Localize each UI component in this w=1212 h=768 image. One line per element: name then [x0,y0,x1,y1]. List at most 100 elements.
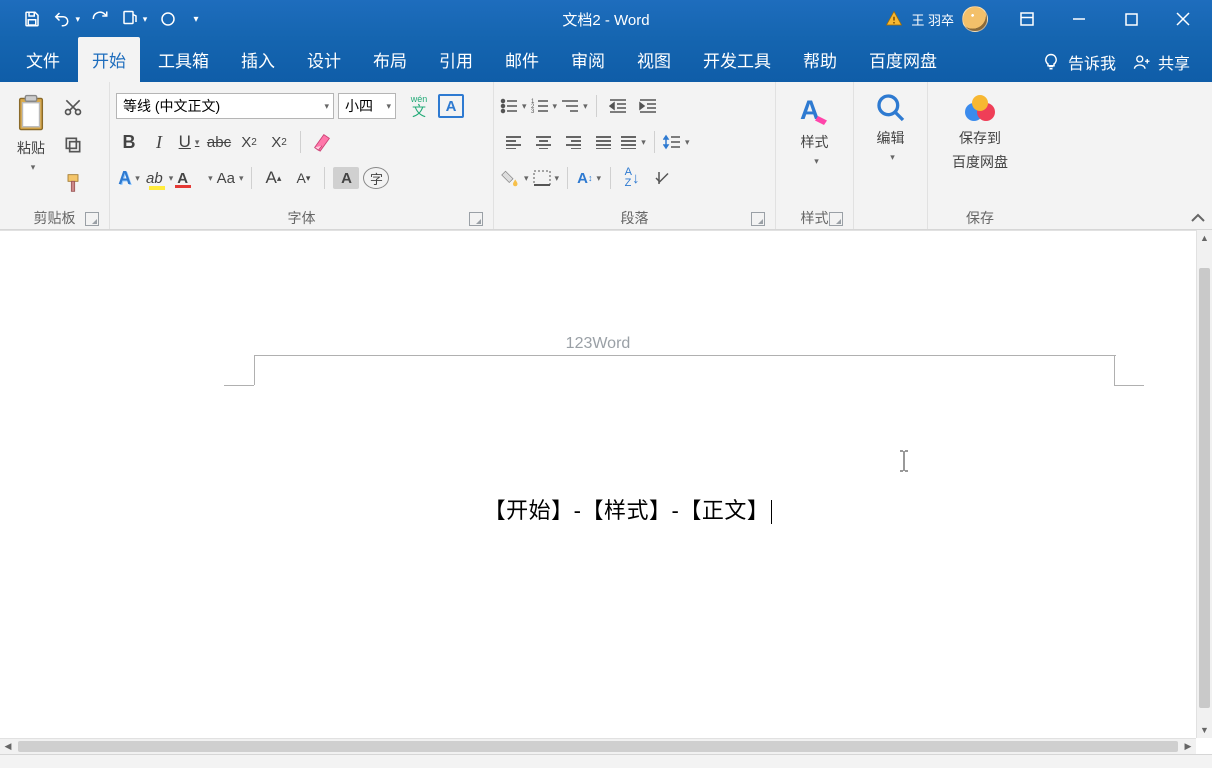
multilevel-list-button[interactable]: ▾ [561,93,588,119]
tab-baidu[interactable]: 百度网盘 [855,37,951,82]
tab-toolbox[interactable]: 工具箱 [144,37,223,82]
share-button[interactable]: 共享 [1132,50,1190,74]
scroll-left-button[interactable]: ◀ [0,739,16,754]
borders-button[interactable]: ▾ [533,165,560,191]
lightbulb-icon [1042,53,1060,71]
bold-button[interactable]: B [116,129,142,155]
close-button[interactable] [1160,0,1206,38]
tab-developer[interactable]: 开发工具 [689,37,785,82]
warning-icon [885,10,903,28]
clipboard-dialog-launcher[interactable] [85,212,99,226]
asian-layout-button[interactable]: A↕▾ [576,165,602,191]
shrink-font-button[interactable]: A▾ [290,165,316,191]
ribbon-display-button[interactable] [1004,0,1050,38]
highlight-button[interactable]: ab▾ [146,165,173,191]
text-cursor-icon [898,450,910,472]
font-size-value: 小四 [345,96,382,116]
document-body-text[interactable]: 【开始】-【样式】-【正文】 [78,493,1178,525]
horizontal-scrollbar[interactable]: ◀ ▶ [0,738,1196,754]
underline-button[interactable]: U▾ [176,129,202,155]
undo-button[interactable]: ▾ [52,5,80,33]
numbering-button[interactable]: 123▾ [531,93,558,119]
ribbon: 粘贴 ▾ 剪贴板 等线 (中文正文)▾ 小四▾ wén文 A B I U▾ [0,82,1212,230]
collapse-ribbon-button[interactable] [1190,211,1206,225]
scroll-up-button[interactable]: ▲ [1197,230,1212,246]
user-segment[interactable]: 王 羽卒 [875,6,998,32]
paragraph-dialog-launcher[interactable] [751,212,765,226]
editing-label: 编辑 [877,128,905,148]
vscroll-thumb[interactable] [1199,268,1210,708]
grow-font-button[interactable]: A▴ [260,165,286,191]
touch-mode-button[interactable]: ▾ [120,5,148,33]
tab-layout[interactable]: 布局 [359,37,421,82]
group-clipboard: 粘贴 ▾ 剪贴板 [0,82,110,229]
change-case-button[interactable]: Aa▾ [217,165,244,191]
tab-review[interactable]: 审阅 [557,37,619,82]
hscroll-thumb[interactable] [18,741,1178,752]
baidu-save-button[interactable]: 保存到 百度网盘 [944,86,1016,178]
font-color-button[interactable]: A▾ [177,165,212,191]
avatar[interactable] [962,6,988,32]
tab-mailings[interactable]: 邮件 [491,37,553,82]
align-left-button[interactable] [500,129,526,155]
char-border-button[interactable]: A [438,94,464,118]
tab-insert[interactable]: 插入 [227,37,289,82]
tab-help[interactable]: 帮助 [789,37,851,82]
vertical-scrollbar[interactable]: ▲ ▼ [1196,230,1212,738]
text-effects-button[interactable]: A▾ [116,165,142,191]
justify-button[interactable] [590,129,616,155]
shading-button[interactable]: ▾ [500,165,529,191]
align-center-button[interactable] [530,129,556,155]
clear-formatting-button[interactable] [309,129,335,155]
maximize-button[interactable] [1108,0,1154,38]
tell-me-button[interactable]: 告诉我 [1042,50,1116,74]
scroll-down-button[interactable]: ▼ [1197,722,1212,738]
distributed-button[interactable]: ▾ [620,129,646,155]
minimize-button[interactable] [1056,0,1102,38]
increase-indent-button[interactable] [635,93,661,119]
decrease-indent-button[interactable] [605,93,631,119]
editing-button[interactable]: 编辑 ▾ [867,86,915,169]
enclose-char-button[interactable]: 字 [363,167,389,189]
qat-circle-icon[interactable] [154,5,182,33]
scroll-right-button[interactable]: ▶ [1180,739,1196,754]
line-spacing-button[interactable]: ▾ [663,129,690,155]
tab-references[interactable]: 引用 [425,37,487,82]
font-dialog-launcher[interactable] [469,212,483,226]
window-title: 文档2 - Word [562,9,649,30]
paste-button[interactable]: 粘贴 ▾ [6,86,56,204]
paste-label: 粘贴 [17,138,45,158]
superscript-button[interactable]: X2 [266,129,292,155]
qat-customize-button[interactable]: ▾ [188,5,204,33]
group-label-styles: 样式 [801,208,829,228]
group-label-paragraph: 段落 [621,208,649,228]
tab-file[interactable]: 文件 [12,37,74,82]
cut-button[interactable] [60,94,86,120]
font-size-combo[interactable]: 小四▾ [338,93,396,119]
redo-button[interactable] [86,5,114,33]
bullets-button[interactable]: ▾ [500,93,527,119]
tab-design[interactable]: 设计 [293,37,355,82]
format-painter-button[interactable] [60,170,86,196]
show-marks-button[interactable] [649,165,675,191]
phonetic-guide-button[interactable]: wén文 [404,93,434,119]
svg-text:3: 3 [531,109,535,114]
tab-view[interactable]: 视图 [623,37,685,82]
styles-dialog-launcher[interactable] [829,212,843,226]
titlebar: ▾ ▾ ▾ 文档2 - Word 王 羽卒 [0,0,1212,38]
sort-button[interactable]: AZ↓ [619,165,645,191]
tab-home[interactable]: 开始 [78,37,140,82]
font-family-combo[interactable]: 等线 (中文正文)▾ [116,93,334,119]
styles-label: 样式 [801,132,829,152]
subscript-button[interactable]: X2 [236,129,262,155]
italic-button[interactable]: I [146,129,172,155]
styles-button[interactable]: A 样式 ▾ [789,86,841,173]
document-canvas[interactable]: 123Word 【开始】-【样式】-【正文】 [0,230,1196,738]
save-button[interactable] [18,5,46,33]
group-paragraph: ▾ 123▾ ▾ ▾ ▾ ▾ ▾ A↕▾ [494,82,776,229]
copy-button[interactable] [60,132,86,158]
strikethrough-button[interactable]: abc [206,129,232,155]
titlebar-right: 王 羽卒 [875,0,1212,38]
char-shading-button[interactable]: A [333,167,359,189]
align-right-button[interactable] [560,129,586,155]
